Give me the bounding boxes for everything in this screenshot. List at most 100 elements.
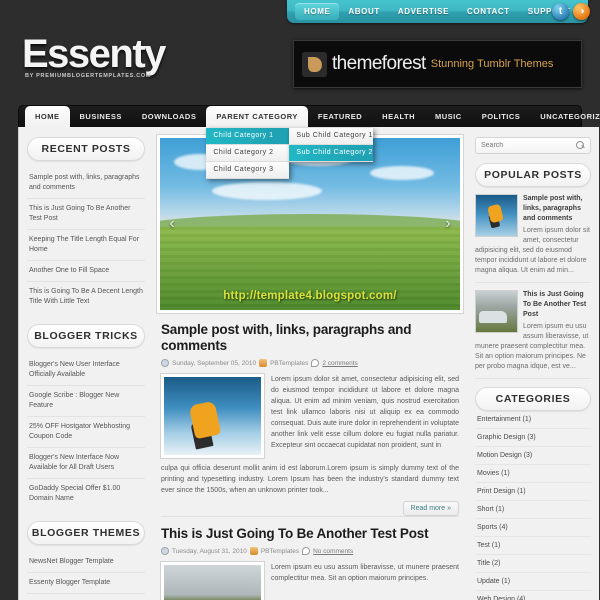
- list-item[interactable]: This is Just Going To Be Another Test Po…: [27, 199, 145, 230]
- widget-title-recent-posts: RECENT POSTS: [27, 137, 145, 161]
- popular-post-thumbnail: [475, 290, 518, 333]
- list-item[interactable]: Another One to Fill Space: [27, 261, 145, 282]
- page-root: HOME ABOUT ADVERTISE CONTACT SUPPORT t ◑…: [0, 0, 600, 600]
- category-item[interactable]: Movies (1): [475, 465, 591, 483]
- category-item[interactable]: Motion Design (3): [475, 447, 591, 465]
- widget-divider: [475, 379, 591, 387]
- nav-item-home[interactable]: HOME: [25, 106, 70, 127]
- post-1: Sample post with, links, paragraphs and …: [157, 313, 463, 516]
- popular-post-item[interactable]: Sample post with, links, paragraphs and …: [475, 194, 591, 283]
- slider-prev-button[interactable]: ‹: [164, 214, 180, 234]
- slider-next-button[interactable]: ›: [440, 214, 456, 234]
- list-item[interactable]: Blogger's New User Interface Officially …: [27, 355, 145, 386]
- topnav-item-home[interactable]: HOME: [295, 3, 340, 20]
- nav-item-featured[interactable]: FEATURED: [308, 106, 372, 127]
- category-item[interactable]: Title (2): [475, 555, 591, 573]
- post-author: PBTemplates: [270, 359, 309, 367]
- popular-post-thumbnail: [475, 194, 518, 237]
- topnav-item-contact[interactable]: CONTACT: [458, 3, 519, 20]
- dropdown-item-child-category-2[interactable]: Child Category 2: [206, 145, 290, 162]
- user-icon: [259, 359, 268, 367]
- read-more-button[interactable]: Read more »: [402, 501, 459, 516]
- search-box[interactable]: [475, 137, 591, 154]
- popular-post-excerpt-continued: adipisicing elit, sed do eiusmod tempor …: [475, 247, 587, 274]
- post-body: Lorem ipsum eu usu assum liberavisse, ut…: [160, 561, 459, 600]
- ad-banner-slogan: Stunning Tumblr Themes: [430, 58, 554, 70]
- topnav-item-advertise[interactable]: ADVERTISE: [389, 3, 458, 20]
- nav-item-uncategorized[interactable]: UNCATEGORIZED: [530, 106, 600, 127]
- dropdown-child-categories: Child Category 1 Sub Child Category 1 Su…: [206, 128, 374, 179]
- popular-post-item[interactable]: This is Just Going To Be Another Test Po…: [475, 290, 591, 379]
- nav-item-health[interactable]: HEALTH: [372, 106, 425, 127]
- list-item[interactable]: Blogger's New Interface Now Available fo…: [27, 448, 145, 479]
- nav-item-music[interactable]: MUSIC: [425, 106, 472, 127]
- clock-icon: [161, 359, 169, 367]
- post-meta: Tuesday, August 31, 2010 PBTemplates No …: [161, 547, 459, 555]
- widget-divider: [27, 312, 145, 324]
- list-item[interactable]: Keeping The Title Length Equal For Home: [27, 230, 145, 261]
- cloud-decoration: [212, 182, 322, 200]
- ad-banner-brand: themeforest: [332, 53, 426, 74]
- top-bar: HOME ABOUT ADVERTISE CONTACT SUPPORT t ◑: [0, 0, 600, 27]
- ad-banner[interactable]: themeforest Stunning Tumblr Themes: [293, 40, 582, 88]
- category-item[interactable]: Web Design (4): [475, 591, 591, 600]
- post-excerpt-continued: culpa qui officia deserunt mollit anim i…: [161, 465, 459, 494]
- list-item[interactable]: Sample post with, links, paragraphs and …: [27, 168, 145, 199]
- themeforest-logo-icon: [302, 51, 327, 77]
- main-content: ‹ › http://template4.blogspot.com/ Sampl…: [153, 127, 469, 600]
- post-thumbnail[interactable]: [160, 561, 265, 600]
- widget-title-categories: CATEGORIES: [475, 387, 591, 411]
- site-logo[interactable]: Essenty BY PREMIUMBLOGERTEMPLATES.COM: [22, 33, 166, 79]
- category-item[interactable]: Short (1): [475, 501, 591, 519]
- category-item[interactable]: Update (1): [475, 573, 591, 591]
- list-item[interactable]: 25% OFF Hostgator Webhosting Coupon Code: [27, 417, 145, 448]
- clock-icon: [161, 547, 169, 555]
- category-item[interactable]: Print Design (1): [475, 483, 591, 501]
- list-item[interactable]: NewsNet Blogger Template: [27, 552, 145, 573]
- search-icon[interactable]: [576, 141, 585, 150]
- popular-post-excerpt: Lorem ipsum dolor sit amet, consectetur: [523, 227, 590, 244]
- top-navigation: HOME ABOUT ADVERTISE CONTACT SUPPORT: [287, 0, 588, 23]
- post-body: Lorem ipsum dolor sit amet, consectetur …: [160, 373, 459, 459]
- dropdown-item-sub-child-category-2[interactable]: Sub Child Category 2: [289, 145, 374, 162]
- post-title[interactable]: Sample post with, links, paragraphs and …: [161, 322, 459, 354]
- list-item[interactable]: Essenty Blogger Template: [27, 573, 145, 594]
- search-input[interactable]: [481, 142, 576, 149]
- social-links: t ◑: [552, 3, 590, 20]
- nav-item-business[interactable]: BUSINESS: [70, 106, 132, 127]
- topnav-item-about[interactable]: ABOUT: [339, 3, 388, 20]
- site-tagline: BY PREMIUMBLOGERTEMPLATES.COM: [25, 73, 152, 79]
- popular-post-excerpt: Lorem ipsum eu usu assum liberavisse, ut: [523, 323, 589, 340]
- dropdown-item-child-category-1[interactable]: Child Category 1 Sub Child Category 1 Su…: [206, 128, 374, 162]
- nav-item-downloads[interactable]: DOWNLOADS: [132, 106, 207, 127]
- post-date: Tuesday, August 31, 2010: [172, 547, 247, 555]
- dropdown-item-sub-child-category-1[interactable]: Sub Child Category 1: [289, 128, 374, 145]
- category-item[interactable]: Sports (4): [475, 519, 591, 537]
- post-thumbnail[interactable]: [160, 373, 265, 459]
- cloud-decoration: [370, 166, 434, 180]
- nav-item-parent-category[interactable]: PARENT CATEGORY Child Category 1 Sub Chi…: [206, 106, 374, 179]
- list-item[interactable]: This is Going To Be A Decent Length Titl…: [27, 282, 145, 312]
- dropdown-item-label: Child Category 1: [213, 132, 274, 139]
- post-excerpt: Lorem ipsum dolor sit amet, consectetur …: [271, 376, 459, 449]
- post-comments-link[interactable]: 2 comments: [322, 360, 357, 367]
- post-excerpt: Lorem ipsum eu usu assum liberavisse, ut…: [271, 564, 459, 582]
- list-item[interactable]: GoDaddy Special Offer $1.00 Domain Name: [27, 479, 145, 509]
- popular-post-title: Sample post with, links, paragraphs and …: [523, 195, 583, 222]
- rss-icon[interactable]: ◑: [573, 3, 590, 20]
- nav-item-politics[interactable]: POLITICS: [472, 106, 531, 127]
- twitter-icon[interactable]: t: [552, 3, 569, 20]
- comment-icon: [311, 359, 320, 367]
- category-item[interactable]: Entertainment (1): [475, 411, 591, 429]
- post-comments-link[interactable]: No comments: [313, 548, 353, 555]
- post-title[interactable]: This is Just Going To Be Another Test Po…: [161, 526, 459, 542]
- comment-icon: [302, 547, 311, 555]
- dropdown-item-child-category-3[interactable]: Child Category 3: [206, 162, 290, 179]
- category-item[interactable]: Graphic Design (3): [475, 429, 591, 447]
- dropdown-sub-child-categories: Sub Child Category 1 Sub Child Category …: [289, 128, 374, 162]
- list-item[interactable]: Nextra Blogger Template: [27, 594, 145, 600]
- category-item[interactable]: Test (1): [475, 537, 591, 555]
- list-item[interactable]: Google Scribe : Blogger New Feature: [27, 386, 145, 417]
- widget-blogger-themes-list: NewsNet Blogger Template Essenty Blogger…: [27, 552, 145, 600]
- categories-list: Entertainment (1) Graphic Design (3) Mot…: [475, 411, 591, 600]
